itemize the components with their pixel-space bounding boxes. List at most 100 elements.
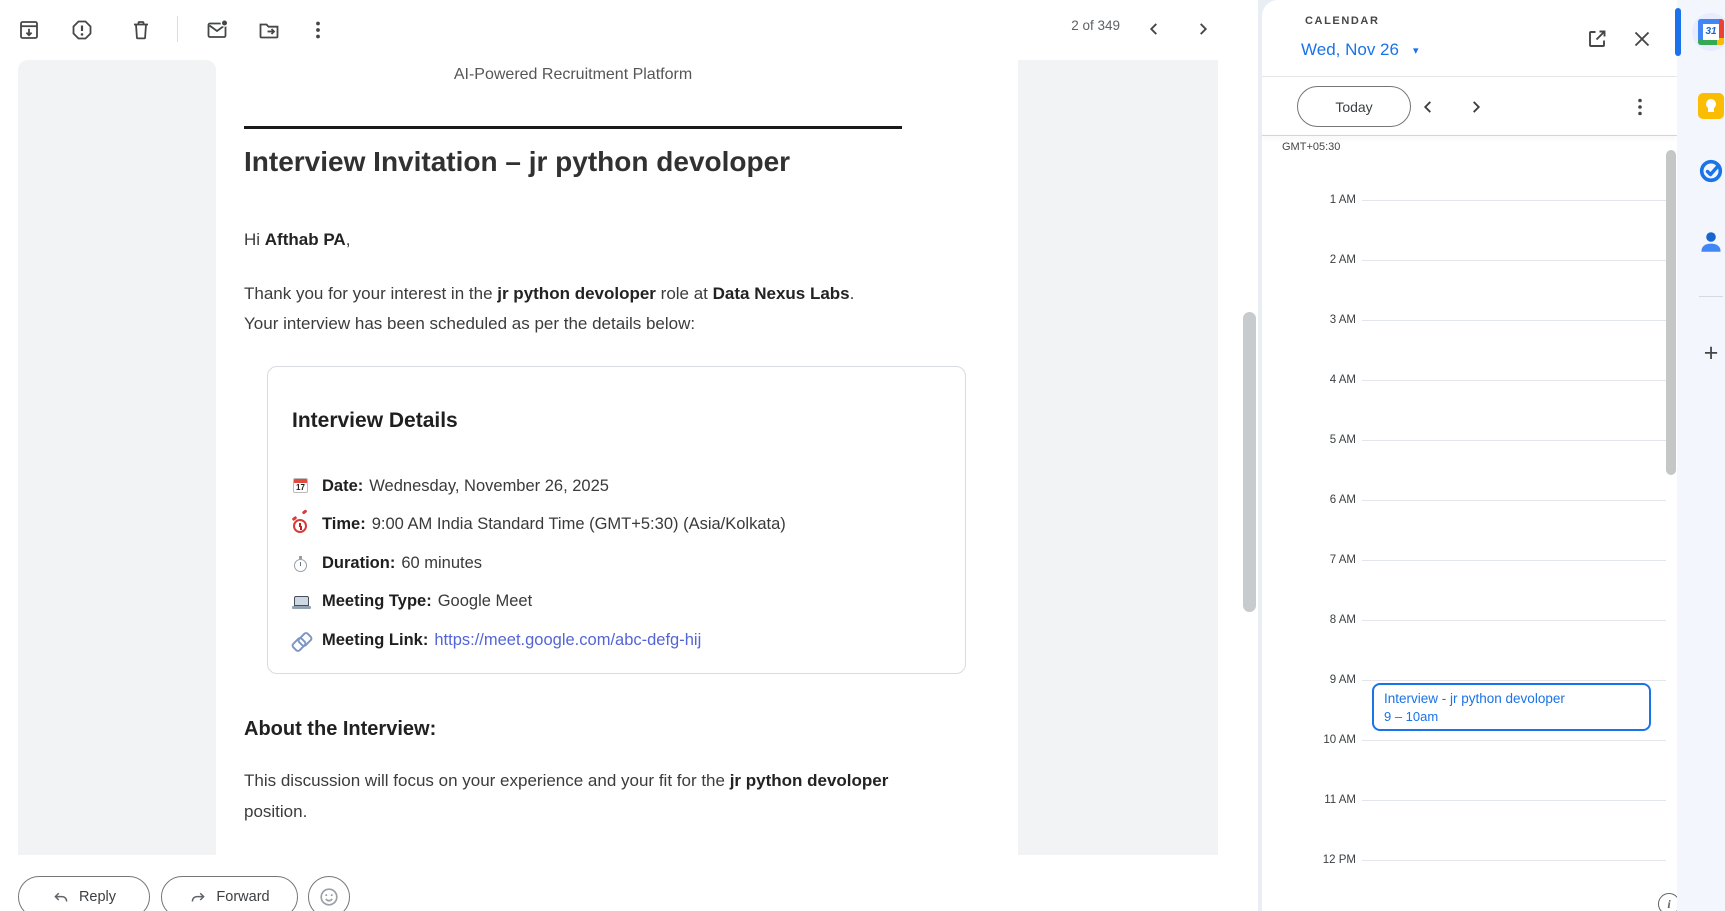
email-pagination-count: 2 of 349 (1040, 18, 1120, 33)
calendar-panel-title: CALENDAR (1305, 15, 1380, 27)
mark-unread-icon (205, 18, 231, 42)
panel-header-divider (1262, 76, 1677, 77)
detail-label: Duration: (322, 554, 395, 573)
detail-label: Date: (322, 477, 363, 496)
email-subject-heading: Interview Invitation – jr python devolop… (244, 144, 964, 180)
google-calendar-icon: 31 (1698, 19, 1724, 45)
more-options-button[interactable] (306, 17, 332, 43)
header-rule (244, 126, 902, 129)
google-keep-rail-button[interactable] (1698, 93, 1724, 119)
link-emoji (292, 631, 312, 649)
next-day-button[interactable] (1465, 96, 1487, 118)
reply-arrow-icon (52, 888, 70, 906)
hour-label: 2 AM (1262, 253, 1356, 267)
text: , (346, 230, 351, 249)
hour-label: 10 AM (1262, 733, 1356, 747)
detail-value: 60 minutes (401, 554, 482, 573)
chevron-left-icon (1417, 96, 1439, 118)
delete-button[interactable] (129, 17, 155, 43)
bold-text: Afthab PA (265, 230, 346, 249)
get-add-ons-button[interactable]: + (1698, 340, 1724, 366)
google-calendar-rail-button[interactable]: 31 (1698, 19, 1724, 45)
detail-row: Duration: 60 minutes (292, 544, 942, 583)
close-panel-button[interactable] (1630, 27, 1654, 51)
trash-icon (129, 18, 155, 42)
reply-button[interactable]: Reply (18, 876, 150, 911)
hour-label: 9 AM (1262, 673, 1356, 687)
email-scrollbar-thumb[interactable] (1243, 312, 1256, 612)
email-platform-title: AI-Powered Recruitment Platform (244, 66, 902, 84)
bold-text: Data Nexus Labs (713, 284, 850, 303)
next-email-button[interactable] (1192, 16, 1218, 42)
calendar-date-dropdown[interactable]: Wed, Nov 26 ▾ (1301, 40, 1419, 60)
previous-email-button[interactable] (1143, 16, 1169, 42)
google-contacts-rail-button[interactable] (1698, 228, 1724, 254)
previous-day-button[interactable] (1417, 96, 1439, 118)
smiley-icon (318, 886, 340, 908)
calendar-event-chip[interactable]: Interview - jr python devoloper 9 – 10am (1372, 683, 1651, 731)
report-spam-icon (70, 18, 96, 42)
event-time: 9 – 10am (1384, 708, 1639, 726)
open-in-new-tab-button[interactable] (1585, 27, 1609, 51)
laptop-emoji (292, 593, 312, 611)
open-in-new-icon (1585, 27, 1609, 51)
google-tasks-rail-button[interactable] (1698, 158, 1724, 184)
calendar-date-label: Wed, Nov 26 (1301, 40, 1399, 60)
calendar-options-button[interactable] (1628, 95, 1652, 119)
archive-button[interactable] (17, 17, 43, 43)
event-title: Interview - jr python devoloper (1384, 689, 1639, 708)
hour-label: 4 AM (1262, 373, 1356, 387)
interview-details-rows: Date:Wednesday, November 26, 2025Time:9:… (292, 467, 942, 660)
detail-row: Date:Wednesday, November 26, 2025 (292, 467, 942, 506)
hour-label: 8 AM (1262, 613, 1356, 627)
side-panel-app-rail: 31 + (1677, 0, 1725, 911)
dropdown-caret-icon: ▾ (1413, 44, 1419, 57)
timezone-label: GMT+05:30 (1282, 141, 1340, 153)
google-tasks-icon (1698, 172, 1724, 187)
kebab-menu-icon (1628, 95, 1652, 119)
about-interview-paragraph: This discussion will focus on your exper… (244, 765, 889, 827)
bold-text: jr python devoloper (730, 771, 889, 790)
chevron-left-icon (1143, 18, 1169, 40)
google-keep-icon (1698, 93, 1724, 119)
hour-gridline (1362, 560, 1666, 561)
hour-gridline (1362, 620, 1666, 621)
reply-label: Reply (79, 889, 116, 905)
detail-label: Time: (322, 515, 366, 534)
detail-label: Meeting Type: (322, 592, 432, 611)
bold-text: jr python devoloper (497, 284, 656, 303)
hour-label: 7 AM (1262, 553, 1356, 567)
hour-gridline (1362, 800, 1666, 801)
email-toolbar: 2 of 349 (0, 0, 1258, 60)
hour-gridline (1362, 260, 1666, 261)
email-greeting: Hi Afthab PA, (244, 230, 350, 250)
detail-value: Google Meet (438, 592, 532, 611)
move-to-button[interactable] (257, 17, 283, 43)
scroll-shadow-divider (1262, 135, 1677, 136)
report-spam-button[interactable] (70, 17, 96, 43)
detail-row: Time:9:00 AM India Standard Time (GMT+5:… (292, 506, 942, 545)
active-app-indicator (1675, 8, 1681, 56)
calendar-side-panel: CALENDAR Wed, Nov 26 ▾ Today (1262, 0, 1677, 911)
stopwatch-emoji (292, 554, 312, 572)
hour-label: 5 AM (1262, 433, 1356, 447)
hour-gridline (1362, 200, 1666, 201)
calendar-scrollbar-thumb[interactable] (1666, 150, 1676, 475)
detail-label: Meeting Link: (322, 631, 428, 650)
today-button[interactable]: Today (1297, 86, 1411, 127)
hour-gridline (1362, 320, 1666, 321)
hour-gridline (1362, 500, 1666, 501)
collapsed-email-list-panel (18, 60, 216, 855)
hour-label: 3 AM (1262, 313, 1356, 327)
hour-label: 12 PM (1262, 853, 1356, 867)
email-intro-paragraph: Thank you for your interest in the jr py… (244, 279, 889, 339)
forward-button[interactable]: Forward (161, 876, 298, 911)
meeting-link[interactable]: https://meet.google.com/abc-defg-hij (434, 631, 701, 650)
text: Thank you for your interest in the (244, 284, 497, 303)
add-reaction-button[interactable] (308, 876, 350, 911)
calendar-emoji (292, 477, 312, 495)
text: This discussion will focus on your exper… (244, 771, 730, 790)
mark-unread-button[interactable] (205, 17, 231, 43)
detail-row: Meeting Type: Google Meet (292, 583, 942, 622)
hour-gridline (1362, 680, 1666, 681)
